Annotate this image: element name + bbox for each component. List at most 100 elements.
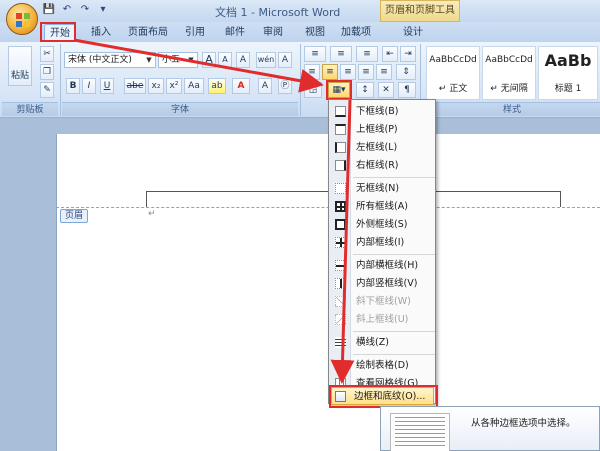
- header-margin-mark: [146, 191, 147, 207]
- menu-item-outside-borders[interactable]: 外侧框线(S): [330, 216, 435, 234]
- style-heading-1[interactable]: AaBb 标题 1: [538, 46, 598, 100]
- multilevel-list-icon[interactable]: ≡: [356, 46, 378, 62]
- highlight-color-icon[interactable]: ab: [208, 78, 226, 94]
- right-border-icon: [335, 160, 346, 171]
- office-logo-icon: [16, 13, 30, 27]
- font-color-icon[interactable]: A: [232, 78, 250, 94]
- show-marks-icon[interactable]: ¶: [398, 82, 416, 98]
- clear-format-button[interactable]: A: [236, 52, 250, 68]
- diagonal-up-border-icon: [335, 314, 346, 325]
- paste-button[interactable]: 粘贴: [8, 46, 32, 86]
- style-sample: AaBbCcDd: [429, 55, 477, 65]
- menu-item-bottom-border[interactable]: 下框线(B): [330, 103, 435, 121]
- document-area[interactable]: [0, 118, 600, 451]
- menu-item-inside-horizontal[interactable]: 内部横框线(H): [330, 257, 435, 275]
- font-name-value: 宋体 (中文正文): [68, 55, 132, 65]
- menu-item-label: 外侧框线(S): [356, 219, 408, 230]
- distribute-icon[interactable]: ≡: [376, 64, 392, 80]
- bullets-icon[interactable]: ≡: [304, 46, 326, 62]
- tab-design[interactable]: 设计: [398, 24, 428, 42]
- line-spacing-icon[interactable]: ⇕: [396, 64, 416, 80]
- style-no-spacing[interactable]: AaBbCcDd ↵ 无间隔: [482, 46, 536, 100]
- menu-separator: [353, 177, 435, 178]
- font-name-combo[interactable]: 宋体 (中文正文) ▼: [64, 52, 156, 68]
- align-center-icon[interactable]: ≡: [322, 64, 338, 80]
- menu-separator: [353, 331, 435, 332]
- menu-item-inside-borders[interactable]: 内部框线(I): [330, 234, 435, 252]
- increase-indent-icon[interactable]: ⇥: [400, 46, 416, 62]
- tooltip-preview: 从各种边框选项中选择。: [380, 406, 600, 451]
- align-left-icon[interactable]: ≡: [304, 64, 320, 80]
- shrink-font-button[interactable]: A: [218, 52, 232, 68]
- tab-insert[interactable]: 插入: [86, 24, 116, 42]
- customize-qat-icon[interactable]: ▾: [96, 3, 110, 17]
- align-right-icon[interactable]: ≡: [340, 64, 356, 80]
- strikethrough-button[interactable]: abe: [124, 78, 146, 94]
- menu-item-label: 上框线(P): [356, 124, 398, 135]
- menu-item-horizontal-line[interactable]: 横线(Z): [330, 334, 435, 352]
- menu-item-inside-vertical[interactable]: 内部竖框线(V): [330, 275, 435, 293]
- format-painter-icon[interactable]: ✎: [40, 82, 54, 98]
- menu-item-label: 绘制表格(D): [356, 360, 409, 371]
- superscript-button[interactable]: x²: [166, 78, 182, 94]
- menu-item-draw-table[interactable]: ✎ 绘制表格(D): [330, 357, 435, 375]
- enclose-char-icon[interactable]: Ⓟ: [278, 78, 292, 94]
- char-shading-icon[interactable]: A: [258, 78, 272, 94]
- underline-button[interactable]: U: [100, 78, 114, 94]
- header-tag: 页眉: [60, 209, 89, 223]
- numbering-icon[interactable]: ≡: [330, 46, 352, 62]
- font-group-label: 字体: [62, 102, 298, 116]
- style-name: ↵ 无间隔: [490, 84, 528, 94]
- copy-icon[interactable]: ❐: [40, 64, 54, 80]
- menu-item-label: 右框线(R): [356, 160, 399, 171]
- italic-button[interactable]: I: [82, 78, 96, 94]
- office-button[interactable]: [6, 3, 38, 35]
- tab-view[interactable]: 视图: [300, 24, 330, 42]
- menu-item-label: 内部框线(I): [356, 237, 405, 248]
- menu-item-label: 左框线(L): [356, 142, 398, 153]
- phonetic-guide-button[interactable]: wén: [256, 52, 276, 68]
- shading-icon[interactable]: ◲: [304, 82, 322, 98]
- style-normal[interactable]: AaBbCcDd ↵ 正文: [426, 46, 480, 100]
- subscript-button[interactable]: x₂: [148, 78, 164, 94]
- cut-icon[interactable]: ✂: [40, 46, 54, 62]
- menu-item-right-border[interactable]: 右框线(R): [330, 157, 435, 175]
- pencil-icon: ✎: [335, 360, 344, 371]
- tab-mailings[interactable]: 邮件: [220, 24, 250, 42]
- quick-access-toolbar: 💾 ↶ ↷ ▾: [42, 3, 110, 17]
- highlight-borders-and-shading: [329, 385, 438, 408]
- redo-icon[interactable]: ↷: [78, 3, 92, 17]
- change-case-button[interactable]: Aa: [184, 78, 204, 94]
- header-margin-mark: [560, 191, 561, 207]
- bold-button[interactable]: B: [66, 78, 80, 94]
- tab-page-layout[interactable]: 页面布局: [126, 24, 170, 42]
- borders-menu: 下框线(B) 上框线(P) 左框线(L) 右框线(R) 无框线(N) 所有框线(…: [328, 99, 436, 404]
- char-border-button[interactable]: A: [278, 52, 292, 68]
- menu-item-left-border[interactable]: 左框线(L): [330, 139, 435, 157]
- undo-icon[interactable]: ↶: [60, 3, 74, 17]
- menu-item-no-border[interactable]: 无框线(N): [330, 180, 435, 198]
- menu-item-label: 横线(Z): [356, 337, 389, 348]
- chevron-down-icon[interactable]: ▼: [186, 54, 196, 66]
- justify-icon[interactable]: ≡: [358, 64, 374, 80]
- font-size-combo[interactable]: 小五 ▼: [158, 52, 198, 68]
- chinese-layout-icon[interactable]: ✕: [378, 82, 394, 98]
- save-icon[interactable]: 💾: [42, 3, 56, 17]
- chevron-down-icon[interactable]: ▼: [144, 54, 154, 66]
- sort-icon[interactable]: ↕: [356, 82, 374, 98]
- decrease-indent-icon[interactable]: ⇤: [382, 46, 398, 62]
- context-tab-group-title: 页眉和页脚工具: [380, 0, 460, 22]
- tab-review[interactable]: 审阅: [258, 24, 288, 42]
- outside-borders-icon: [335, 219, 346, 230]
- left-border-icon: [335, 142, 346, 153]
- menu-item-all-borders[interactable]: 所有框线(A): [330, 198, 435, 216]
- menu-item-label: 无框线(N): [356, 183, 400, 194]
- inside-borders-icon: [335, 237, 346, 248]
- inside-horizontal-border-icon: [335, 260, 346, 271]
- font-size-value: 小五: [162, 55, 181, 65]
- menu-item-diagonal-down: 斜下框线(W): [330, 293, 435, 311]
- tab-add-ins[interactable]: 加载项: [338, 24, 374, 42]
- grow-font-button[interactable]: A: [202, 52, 216, 68]
- menu-item-top-border[interactable]: 上框线(P): [330, 121, 435, 139]
- tab-references[interactable]: 引用: [180, 24, 210, 42]
